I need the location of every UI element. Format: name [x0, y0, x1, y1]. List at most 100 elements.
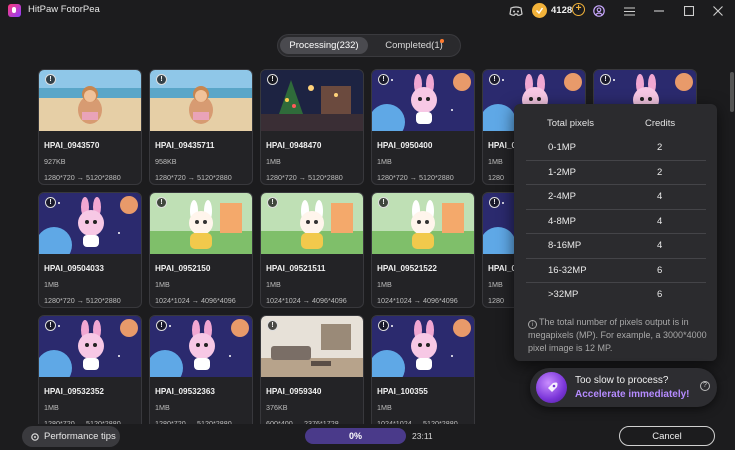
status-tabs: Processing(232) Completed(1) — [277, 34, 461, 57]
warning-icon[interactable]: ! — [156, 197, 167, 208]
image-size: 927KB — [44, 157, 66, 166]
discord-icon[interactable] — [508, 3, 524, 19]
warning-icon[interactable]: ! — [156, 74, 167, 85]
tab-processing[interactable]: Processing(232) — [280, 37, 368, 54]
image-card[interactable]: ! HPAI_0943570 927KB 1280*720 → 5120*2880 — [38, 69, 142, 185]
image-card[interactable]: ! HPAI_0948470 1MB 1280*720 → 5120*2880 — [260, 69, 364, 185]
image-resolution: 1024*1024 → 4096*4096 — [377, 296, 458, 305]
image-name: HPAI_0948470 — [266, 141, 322, 150]
image-size: 1MB — [44, 280, 59, 289]
image-name: HPAI_0959340 — [266, 387, 322, 396]
image-name: HPAI_100355 — [377, 387, 428, 396]
warning-icon[interactable]: ! — [600, 74, 611, 85]
warning-icon[interactable]: ! — [45, 74, 56, 85]
pixels-range: 16-32MP — [548, 264, 587, 276]
image-card[interactable]: ! HPAI_09435711 958KB 1280*720 → 5120*2880 — [149, 69, 253, 185]
image-card[interactable]: ! HPAI_09521511 1MB 1024*1024 → 4096*4096 — [260, 192, 364, 308]
credits-row: >32MP 6 — [526, 283, 706, 308]
image-name: HPAI_0943570 — [44, 141, 100, 150]
image-name: HPAI_0950400 — [377, 141, 433, 150]
add-credits-icon[interactable]: + — [572, 3, 585, 16]
credits-row: 8-16MP 4 — [526, 234, 706, 259]
column-header-credits: Credits — [645, 118, 676, 129]
warning-icon[interactable]: ! — [267, 320, 278, 331]
pixels-note: i The total number of pixels output is in… — [528, 316, 708, 354]
credits-row: 2-4MP 4 — [526, 185, 706, 210]
image-size: 1MB — [488, 157, 503, 166]
image-resolution: 1280*720 → 5120*2880 — [155, 173, 232, 182]
image-size: 1MB — [488, 280, 503, 289]
cancel-button[interactable]: Cancel — [619, 426, 715, 446]
maximize-icon[interactable] — [681, 3, 697, 19]
image-card[interactable]: ! HPAI_0950400 1MB 1280*720 → 5120*2880 — [371, 69, 475, 185]
credits-cost: 4 — [657, 215, 663, 227]
app-title: HitPaw FotorPea — [28, 4, 100, 15]
image-size: 958KB — [155, 157, 177, 166]
image-resolution: 1280 — [488, 296, 504, 305]
image-name: HPAI_0 — [488, 141, 517, 150]
info-icon: i — [528, 320, 537, 329]
image-name: HPAI_09435711 — [155, 141, 215, 150]
pixels-range: >32MP — [548, 289, 579, 300]
image-name: HPAI_0952150 — [155, 264, 211, 273]
warning-icon[interactable]: ! — [267, 74, 278, 85]
rocket-icon — [536, 372, 567, 403]
image-card[interactable]: ! HPAI_0959340 376KB 600*400 → 2376*1728 — [260, 315, 364, 424]
credits-cost: 4 — [657, 240, 663, 251]
image-resolution: 1280*720 → 5120*2880 — [155, 419, 232, 424]
coin-icon — [532, 3, 547, 18]
tab-completed[interactable]: Completed(1) — [370, 37, 458, 54]
image-resolution: 1280*720 → 5120*2880 — [44, 296, 121, 305]
image-card[interactable]: ! HPAI_100355 1MB 1024*1024 → 5120*2880 — [371, 315, 475, 424]
image-card[interactable]: ! HPAI_0952150 1MB 1024*1024 → 4096*4096 — [149, 192, 253, 308]
warning-icon[interactable]: ! — [156, 320, 167, 331]
image-resolution: 1024*1024 → 4096*4096 — [155, 296, 236, 305]
credits-row: 1-2MP 2 — [526, 161, 706, 185]
image-size: 1MB — [377, 403, 392, 412]
pixels-range: 1-2MP — [548, 166, 576, 178]
image-name: HPAI_09532363 — [155, 387, 215, 396]
warning-icon[interactable]: ! — [378, 74, 389, 85]
credits-row: 4-8MP 4 — [526, 210, 706, 234]
image-name: HPAI_09521511 — [266, 264, 326, 273]
performance-tips-button[interactable]: Performance tips — [22, 426, 120, 447]
warning-icon[interactable]: ! — [378, 197, 389, 208]
help-icon[interactable]: ? — [700, 381, 710, 391]
progress-percent: 0% — [348, 431, 362, 441]
pixels-range: 2-4MP — [548, 191, 576, 202]
tab-completed-label: Completed(1) — [385, 40, 443, 51]
accelerate-toast[interactable]: Too slow to process? Accelerate immediat… — [530, 368, 717, 407]
warning-icon[interactable]: ! — [45, 197, 56, 208]
settings-icon — [31, 432, 39, 441]
scrollbar[interactable] — [730, 72, 734, 112]
accelerate-link[interactable]: Accelerate immediately! — [575, 389, 690, 400]
image-size: 1MB — [266, 280, 281, 289]
image-card[interactable]: ! HPAI_09521522 1MB 1024*1024 → 4096*4096 — [371, 192, 475, 308]
image-resolution: 1024*1024 → 5120*2880 — [377, 419, 458, 424]
image-size: 1MB — [377, 157, 392, 166]
toast-message: Too slow to process? — [575, 375, 669, 386]
image-name: HPAI_09521522 — [377, 264, 437, 273]
image-size: 1MB — [44, 403, 59, 412]
image-resolution: 600*400 → 2376*1728 — [266, 419, 339, 424]
image-size: 1MB — [155, 403, 170, 412]
warning-icon[interactable]: ! — [267, 197, 278, 208]
column-header-pixels: Total pixels — [547, 118, 594, 129]
close-icon[interactable] — [710, 3, 726, 19]
image-card[interactable]: ! HPAI_09532363 1MB 1280*720 → 5120*2880 — [149, 315, 253, 424]
warning-icon[interactable]: ! — [45, 320, 56, 331]
image-card[interactable]: ! HPAI_09532352 1MB 1280*720 → 5120*2880 — [38, 315, 142, 424]
menu-icon[interactable] — [621, 3, 637, 19]
warning-icon[interactable]: ! — [489, 74, 500, 85]
warning-icon[interactable]: ! — [489, 197, 500, 208]
minimize-icon[interactable] — [651, 3, 667, 19]
warning-icon[interactable]: ! — [378, 320, 389, 331]
account-icon[interactable] — [591, 3, 607, 19]
performance-tips-label: Performance tips — [44, 431, 116, 442]
time-remaining: 23:11 — [412, 431, 433, 441]
image-card[interactable]: ! HPAI_09504033 1MB 1280*720 → 5120*2880 — [38, 192, 142, 308]
credits-cost: 2 — [657, 166, 663, 178]
credits-cost: 2 — [657, 142, 663, 153]
credits-value: 4128 — [551, 5, 573, 16]
pixels-range: 0-1MP — [548, 142, 576, 153]
